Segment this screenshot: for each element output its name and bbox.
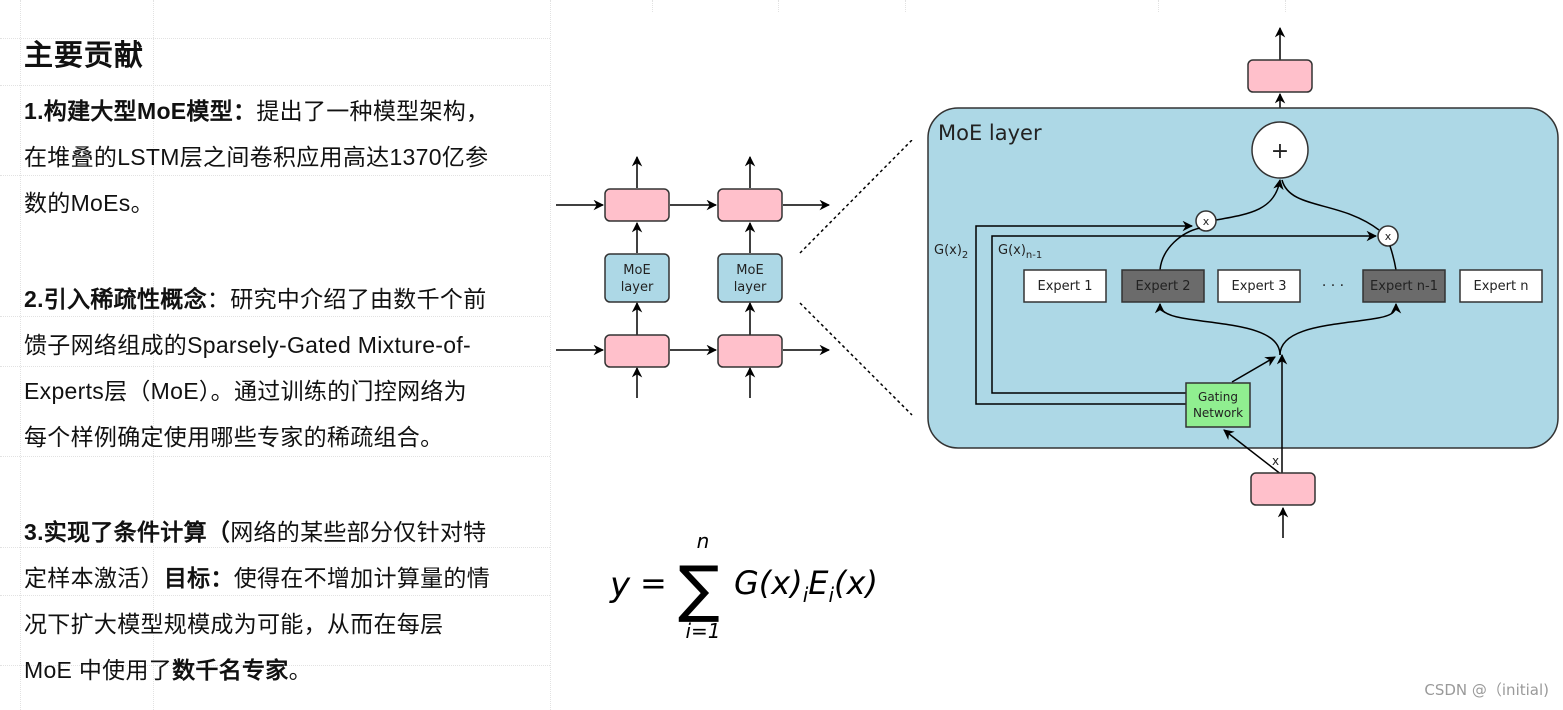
- moe-layer-diagram: MoE layer + G(x)2 G(x)n-1 x x Expert 1 Ex…: [927, 26, 1559, 538]
- paragraph-line: 数的MoEs。: [24, 180, 489, 226]
- zoom-connector: [799, 302, 913, 416]
- moe-label: layer: [621, 280, 654, 295]
- zoom-connector: [799, 140, 913, 254]
- contributions-panel: 主要贡献 1.构建大型MoE模型：提出了一种模型架构， 在堆叠的LSTM层之间卷积…: [24, 36, 554, 683]
- contribution-1: 1.构建大型MoE模型：提出了一种模型架构， 在堆叠的LSTM层之间卷积应用高达1…: [24, 88, 489, 226]
- text: 馈子网络组成的Sparsely-Gated Mixture-of-: [24, 332, 471, 358]
- contribution-2: 2.引入稀疏性概念：研究中介绍了由数千个前馈子网络组成的Sparsely-Gat…: [24, 276, 487, 460]
- formula-equals: =: [640, 564, 667, 602]
- text: ：研究中介绍了由数千个前: [206, 286, 487, 312]
- text: 定样本激活）: [24, 565, 164, 591]
- multiply-icon: x: [1385, 230, 1392, 243]
- bold-text: 1.构建大型MoE模型：: [24, 98, 257, 124]
- stacked-lstm-diagram: MoE layer MoE layer: [556, 140, 913, 416]
- bold-text: 3.实现了条件计算（: [24, 519, 231, 545]
- text: 在堆叠的LSTM层之间卷积应用高达1370亿参: [24, 144, 489, 170]
- lstm-cell: [604, 188, 670, 222]
- text: 提出了一种模型架构，: [256, 98, 490, 124]
- paragraph-line: 2.引入稀疏性概念：研究中介绍了由数千个前: [24, 276, 487, 322]
- expert-label: Expert 3: [1231, 279, 1286, 294]
- paragraph-line: 在堆叠的LSTM层之间卷积应用高达1370亿参: [24, 134, 489, 180]
- output-cell: [1247, 59, 1313, 93]
- paragraph-line: MoE 中使用了数千名专家。: [24, 647, 490, 693]
- moe-label: MoE: [623, 263, 650, 278]
- lstm-cell: [604, 334, 670, 368]
- expert-label: Expert n-1: [1370, 279, 1438, 294]
- section-title: 主要贡献: [24, 40, 145, 72]
- text: MoE 中使用了: [24, 657, 173, 683]
- text: 使得在不增加计算量的情: [233, 565, 491, 591]
- moe-label: MoE: [736, 263, 763, 278]
- gating-label: Network: [1193, 406, 1243, 420]
- ellipsis: · · ·: [1322, 278, 1344, 294]
- text: 数的MoEs。: [24, 190, 154, 216]
- expert-label: Expert 1: [1037, 279, 1092, 294]
- paragraph-line: Experts层（MoE）。通过训练的门控网络为: [24, 368, 487, 414]
- text: 网络的某些部分仅针对特: [230, 519, 487, 545]
- formula-sum-bottom: i=1: [685, 619, 720, 643]
- watermark: CSDN @（initial): [1424, 681, 1549, 699]
- paragraph-line: 定样本激活）目标：使得在不增加计算量的情: [24, 555, 490, 601]
- bold-text: 数千名专家: [172, 657, 289, 683]
- sum-symbol: ∑: [678, 552, 720, 625]
- lstm-cell: [717, 334, 783, 368]
- moe-layer-title: MoE layer: [938, 121, 1042, 145]
- moe-label: layer: [734, 280, 767, 295]
- paragraph-line: 馈子网络组成的Sparsely-Gated Mixture-of-: [24, 322, 487, 368]
- text: 。: [288, 657, 312, 683]
- formula-rhs: G(x)iEi(x): [734, 564, 878, 607]
- formula-lhs: y: [609, 565, 631, 605]
- paragraph-line: 1.构建大型MoE模型：提出了一种模型架构，: [24, 88, 489, 134]
- expert-label: Expert 2: [1135, 279, 1190, 294]
- plus-icon: +: [1271, 139, 1289, 164]
- lstm-cell: [717, 188, 783, 222]
- paragraph-line: 每个样例确定使用哪些专家的稀疏组合。: [24, 414, 487, 460]
- text: Experts层（MoE）。通过训练的门控网络为: [24, 378, 467, 404]
- expert-label: Expert n: [1474, 279, 1529, 294]
- multiply-icon: x: [1203, 215, 1210, 228]
- bold-text: 目标：: [163, 565, 234, 591]
- experts-row: Expert 1 Expert 2 Expert 3 Expert n-1 Expert…: [1023, 269, 1543, 303]
- contribution-3: 3.实现了条件计算（网络的某些部分仅针对特 定样本激活）目标：使得在不增加计算量的…: [24, 509, 490, 693]
- gating-label: Gating: [1198, 390, 1238, 404]
- paragraph-line: 3.实现了条件计算（网络的某些部分仅针对特: [24, 509, 490, 555]
- moe-formula: y = ∑ n i=1 G(x)iEi(x): [609, 529, 878, 643]
- bold-text: 2.引入稀疏性概念: [24, 286, 207, 312]
- paragraph-line: 况下扩大模型规模成为可能，从而在每层: [24, 601, 490, 647]
- input-label: x: [1272, 454, 1279, 468]
- formula-sum-top: n: [697, 529, 710, 553]
- text: 每个样例确定使用哪些专家的稀疏组合。: [24, 424, 444, 450]
- text: 况下扩大模型规模成为可能，从而在每层: [24, 611, 444, 637]
- input-cell: [1250, 472, 1316, 506]
